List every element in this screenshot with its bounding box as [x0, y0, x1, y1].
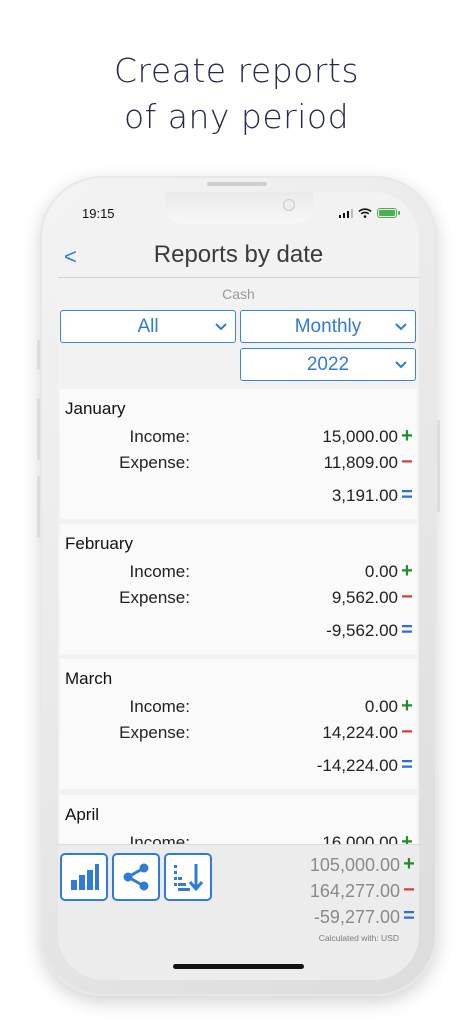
- month-card-january[interactable]: January Income: 15,000.00 + Expense: 11,…: [60, 389, 417, 519]
- total-income-row: 105,000.00 +: [219, 853, 419, 879]
- side-button: [437, 420, 440, 512]
- signal-icon: [338, 208, 353, 218]
- month-card-march[interactable]: March Income: 0.00 + Expense: 14,224.00 …: [60, 659, 417, 789]
- equals-icon: =: [401, 484, 413, 506]
- battery-icon: [377, 208, 400, 218]
- month-name: March: [65, 669, 113, 688]
- expense-value: 14,224.00: [322, 723, 398, 742]
- phone-screen: 19:15 < Reports by date Cash All Monthly: [58, 192, 419, 980]
- sort-button[interactable]: [164, 853, 212, 901]
- plus-icon: +: [403, 853, 415, 875]
- plus-icon: +: [401, 560, 413, 582]
- minus-icon: −: [401, 586, 413, 608]
- totals: 105,000.00 + 164,277.00 − -59,277.00 =: [219, 853, 419, 931]
- side-button: [37, 340, 40, 370]
- page: Create reports of any period 19:15 < Rep…: [0, 0, 473, 1024]
- total-income-value: 105,000.00: [309, 855, 400, 875]
- month-name: February: [65, 534, 134, 553]
- balance-row: -9,562.00 =: [60, 619, 417, 645]
- account-label: Cash: [222, 286, 255, 302]
- speaker-grille: [207, 182, 267, 186]
- income-row: Income: 0.00 +: [60, 695, 417, 721]
- income-label: Income:: [129, 697, 190, 716]
- side-button: [37, 398, 40, 460]
- headline-line-1: Create reports: [113, 51, 360, 90]
- share-icon: [123, 863, 149, 891]
- category-dropdown-value: All: [137, 315, 159, 337]
- month-name: January: [65, 399, 126, 418]
- chevron-down-icon: [395, 361, 407, 369]
- notch: [165, 192, 313, 224]
- plus-icon: +: [401, 695, 413, 717]
- total-expense-row: 164,277.00 −: [219, 879, 419, 905]
- month-name: April: [65, 805, 100, 824]
- total-balance-row: -59,277.00 =: [219, 905, 419, 931]
- headline: Create reports of any period: [0, 48, 473, 140]
- year-dropdown[interactable]: 2022: [240, 348, 416, 381]
- income-label: Income:: [129, 562, 190, 581]
- minus-icon: −: [403, 879, 415, 901]
- expense-label: Expense:: [119, 588, 190, 607]
- month-card-february[interactable]: February Income: 0.00 + Expense: 9,562.0…: [60, 524, 417, 654]
- page-title: Reports by date: [153, 241, 324, 268]
- period-dropdown-value: Monthly: [294, 315, 362, 337]
- wifi-icon: [358, 208, 372, 218]
- category-dropdown[interactable]: All: [60, 310, 236, 343]
- income-row: Income: 15,000.00 +: [60, 425, 417, 451]
- minus-icon: −: [401, 451, 413, 473]
- expense-row: Expense: 14,224.00 −: [60, 721, 417, 747]
- expense-row: Expense: 9,562.00 −: [60, 586, 417, 612]
- expense-label: Expense:: [119, 453, 190, 472]
- income-row: Income: 0.00 +: [60, 560, 417, 586]
- balance-row: -14,224.00 =: [60, 754, 417, 780]
- total-balance-value: -59,277.00: [313, 907, 400, 927]
- expense-value: 9,562.00: [331, 588, 398, 607]
- bar-chart-icon: [71, 864, 99, 890]
- income-value: 15,000.00: [322, 427, 398, 446]
- balance-value: -9,562.00: [326, 621, 398, 640]
- income-value: 0.00: [364, 697, 398, 716]
- plus-icon: +: [401, 425, 413, 447]
- chevron-down-icon: [395, 323, 407, 331]
- summary-toolbar: 105,000.00 + 164,277.00 − -59,277.00 = C…: [58, 844, 419, 980]
- total-expense-value: 164,277.00: [309, 881, 400, 901]
- side-button: [37, 476, 40, 538]
- navigation-bar: < Reports by date: [58, 236, 419, 278]
- front-camera: [283, 199, 295, 211]
- period-dropdown[interactable]: Monthly: [240, 310, 416, 343]
- income-label: Income:: [129, 427, 190, 446]
- minus-icon: −: [401, 721, 413, 743]
- expense-value: 11,809.00: [323, 453, 398, 472]
- expense-label: Expense:: [119, 723, 190, 742]
- status-time: 19:15: [82, 206, 115, 221]
- year-dropdown-value: 2022: [306, 353, 350, 375]
- share-button[interactable]: [112, 853, 160, 901]
- sort-descending-icon: [174, 864, 204, 892]
- balance-value: 3,191.00: [331, 486, 398, 505]
- expense-row: Expense: 11,809.00 −: [60, 451, 417, 477]
- chevron-down-icon: [215, 323, 227, 331]
- status-icons: [338, 208, 400, 218]
- equals-icon: =: [401, 619, 413, 641]
- income-value: 0.00: [364, 562, 398, 581]
- equals-icon: =: [403, 905, 415, 927]
- home-indicator[interactable]: [173, 964, 304, 969]
- balance-value: -14,224.00: [316, 756, 398, 775]
- headline-line-2: of any period: [123, 97, 350, 136]
- currency-note: Calculated with: USD: [318, 933, 399, 943]
- equals-icon: =: [401, 754, 413, 776]
- chart-button[interactable]: [60, 853, 108, 901]
- balance-row: 3,191.00 =: [60, 484, 417, 510]
